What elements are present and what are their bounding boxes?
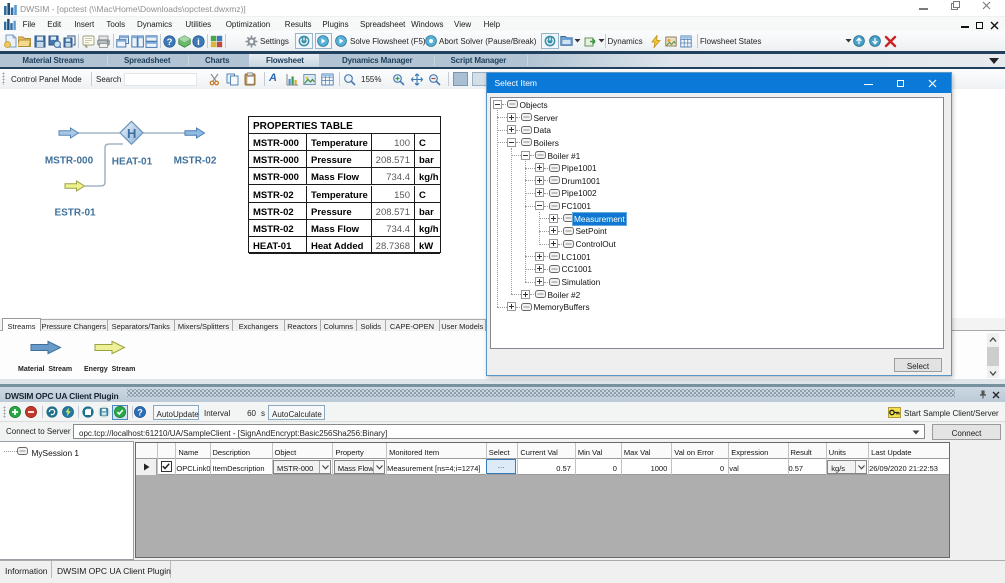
svg-text:ESTR-01: ESTR-01 bbox=[54, 208, 96, 219]
svg-text:?: ? bbox=[167, 36, 173, 47]
svg-text:HEAT-01: HEAT-01 bbox=[112, 157, 153, 168]
svg-text:H: H bbox=[127, 126, 136, 141]
svg-text:MSTR-02: MSTR-02 bbox=[174, 156, 217, 167]
svg-text:?: ? bbox=[137, 407, 143, 417]
svg-text:i: i bbox=[197, 36, 200, 47]
svg-text:MSTR-000: MSTR-000 bbox=[45, 156, 94, 167]
